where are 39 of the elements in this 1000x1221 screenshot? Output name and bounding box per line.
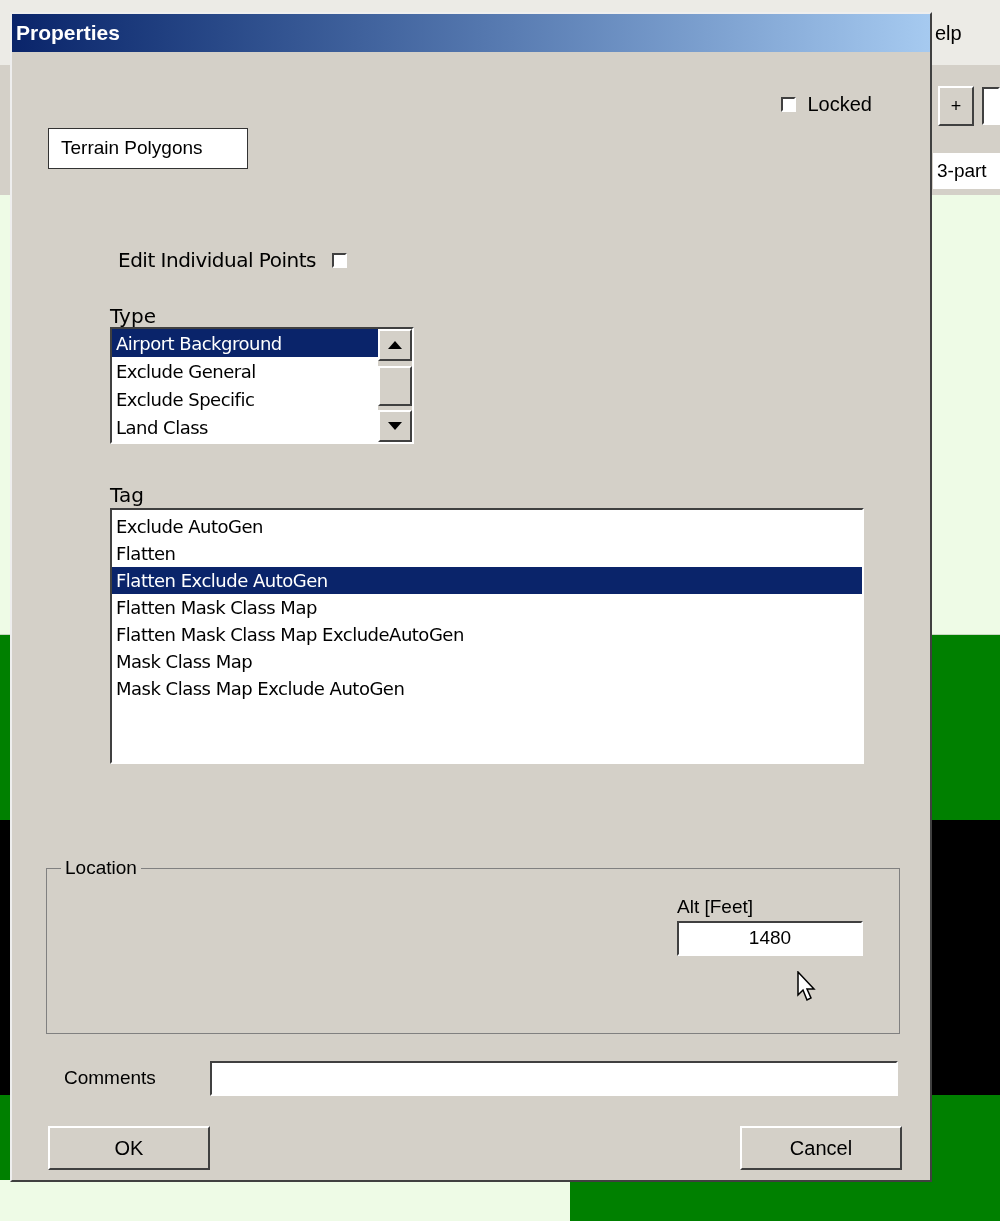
list-item[interactable]: Flatten Mask Class Map	[112, 594, 862, 621]
list-item[interactable]: Exclude AutoGen	[112, 513, 862, 540]
list-item[interactable]: Flatten Mask Class Map ExcludeAutoGen	[112, 621, 862, 648]
list-item[interactable]: Flatten Exclude AutoGen	[112, 567, 862, 594]
tag-list[interactable]: Exclude AutoGen Flatten Flatten Exclude AutoGen Flatten Mask Class Map Flatten Mask Class Map ExcludeAutoGen Mask Class Map Mask Class Map Exclude AutoGen	[110, 508, 864, 764]
list-label: Type	[110, 303, 157, 327]
altitude-field[interactable]: 1480	[677, 921, 863, 956]
checkbox[interactable]	[780, 96, 796, 112]
scroll-up-button[interactable]	[378, 329, 412, 361]
toolbar-field[interactable]	[981, 87, 1000, 125]
up-arrow-icon	[388, 341, 402, 349]
text-field[interactable]: 3-part	[933, 153, 1000, 189]
list-item[interactable]: Flatten	[112, 540, 862, 567]
scroll-down-button[interactable]	[378, 410, 412, 442]
checkbox-label: Locked	[807, 92, 872, 117]
ok-button[interactable]: OK	[48, 1126, 210, 1170]
list-item[interactable]: Mask Class Map Exclude AutoGen	[112, 675, 862, 702]
checkbox[interactable]	[331, 252, 347, 268]
name-field[interactable]: Terrain Polygons	[48, 128, 248, 169]
window-title: Properties	[16, 20, 120, 47]
pointer-icon	[797, 970, 817, 1003]
list-label: Tag	[110, 482, 145, 508]
type-list[interactable]: Airport Background Exclude General Exclude Specific Land Class	[110, 327, 414, 444]
scroll-thumb[interactable]	[378, 365, 412, 406]
scrollbar[interactable]	[378, 329, 412, 442]
list-item[interactable]: Exclude General	[112, 357, 378, 385]
group-label: Location	[64, 856, 138, 880]
down-arrow-icon	[388, 422, 402, 430]
list-item[interactable]: Airport Background	[112, 329, 378, 357]
list-item[interactable]: Mask Class Map	[112, 648, 862, 675]
field-label: Comments	[64, 1065, 157, 1090]
list-item[interactable]: Land Class	[112, 413, 378, 441]
menu-text[interactable]: elp	[935, 17, 962, 48]
field-label: Alt [Feet]	[677, 894, 755, 919]
checkbox-label: Edit Individual Points	[118, 247, 316, 274]
list-item[interactable]: Exclude Specific	[112, 385, 378, 413]
cancel-button[interactable]: Cancel	[740, 1126, 902, 1170]
comments-field[interactable]	[210, 1060, 898, 1096]
add-button[interactable]: +	[938, 86, 974, 126]
